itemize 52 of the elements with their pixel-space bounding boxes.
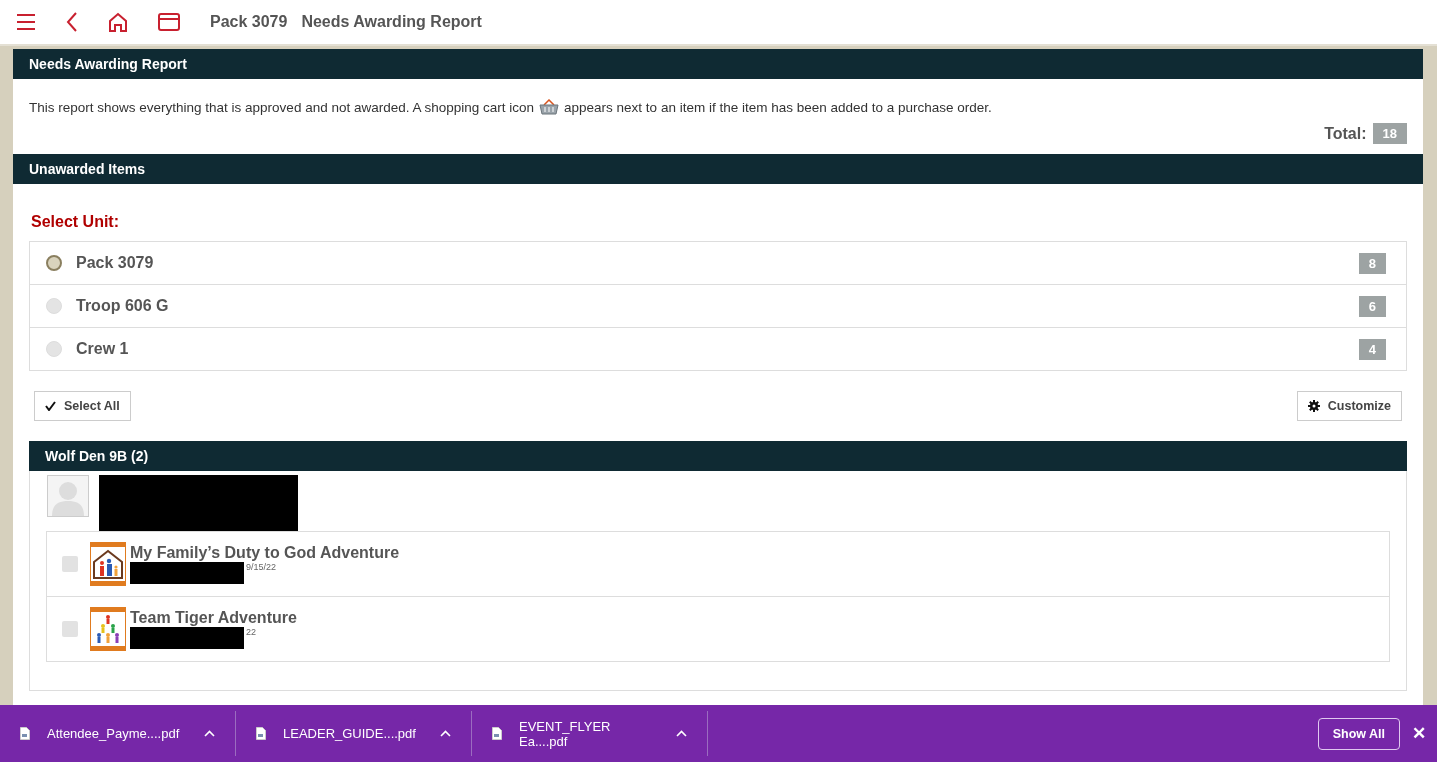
file-name: Attendee_Payme....pdf [47,726,181,741]
select-all-button[interactable]: Select All [34,391,131,421]
unit-name: Pack 3079 [210,13,288,31]
close-button[interactable]: ✕ [1412,723,1426,744]
check-icon [45,401,56,411]
unit-option[interactable]: Pack 3079 8 [30,242,1406,285]
download-item[interactable]: EVENT_FLYER Ea....pdf [472,711,708,756]
page-title: Needs Awarding Report [301,13,482,31]
radio-button[interactable] [46,255,62,271]
chevron-up-icon[interactable] [676,730,687,737]
home-icon[interactable] [108,12,128,32]
total-count: 18 [1372,123,1407,144]
file-name: EVENT_FLYER Ea....pdf [519,718,612,749]
back-icon[interactable] [66,12,78,32]
unit-name: Troop 606 G [76,297,170,315]
chevron-up-icon[interactable] [440,730,451,737]
section-header: Needs Awarding Report [13,49,1423,79]
select-unit-label: Select Unit: [30,212,120,232]
earned-date: 22 [246,627,256,637]
settings-icon [1307,400,1320,412]
section-header: Unawarded Items [13,154,1423,184]
show-all-button[interactable]: Show All [1317,717,1400,750]
group-header: Wolf Den 9B (2) [29,441,1407,471]
customize-button[interactable]: Customize [1296,391,1402,421]
download-item[interactable]: Attendee_Payme....pdf [0,711,236,756]
document-icon [20,727,30,740]
total-label: Total: [1324,124,1367,143]
basket-icon [539,99,560,115]
menu-icon[interactable] [16,13,36,31]
family-house-icon [90,542,126,586]
unit-name: Crew 1 [76,340,130,358]
document-icon [492,727,502,740]
unit-option[interactable]: Crew 1 4 [30,328,1406,370]
avatar-icon [47,475,89,517]
unit-count: 8 [1358,252,1386,274]
adventure-title: Team Tiger Adventure [130,609,297,627]
description-text: This report shows everything that is approved and not awarded. A shopping cart icon [29,99,535,115]
chevron-up-icon[interactable] [204,730,215,737]
unit-count: 4 [1358,338,1386,360]
checkbox[interactable] [62,556,78,572]
browser-window-icon[interactable] [158,13,180,31]
file-name: LEADER_GUIDE....pdf [283,726,417,741]
unit-count: 6 [1358,295,1386,317]
earned-date: 9/15/22 [246,562,277,572]
document-icon [256,727,266,740]
description-text: appears next to an item if the item has been added to a purchase order. [564,99,992,115]
checkbox[interactable] [62,621,78,637]
unit-option[interactable]: Troop 606 G 6 [30,285,1406,328]
people-pyramid-icon [90,607,126,651]
unit-name: Pack 3079 [76,254,155,272]
download-item[interactable]: LEADER_GUIDE....pdf [236,711,472,756]
adventure-title: My Family’s Duty to God Adventure [130,544,400,562]
